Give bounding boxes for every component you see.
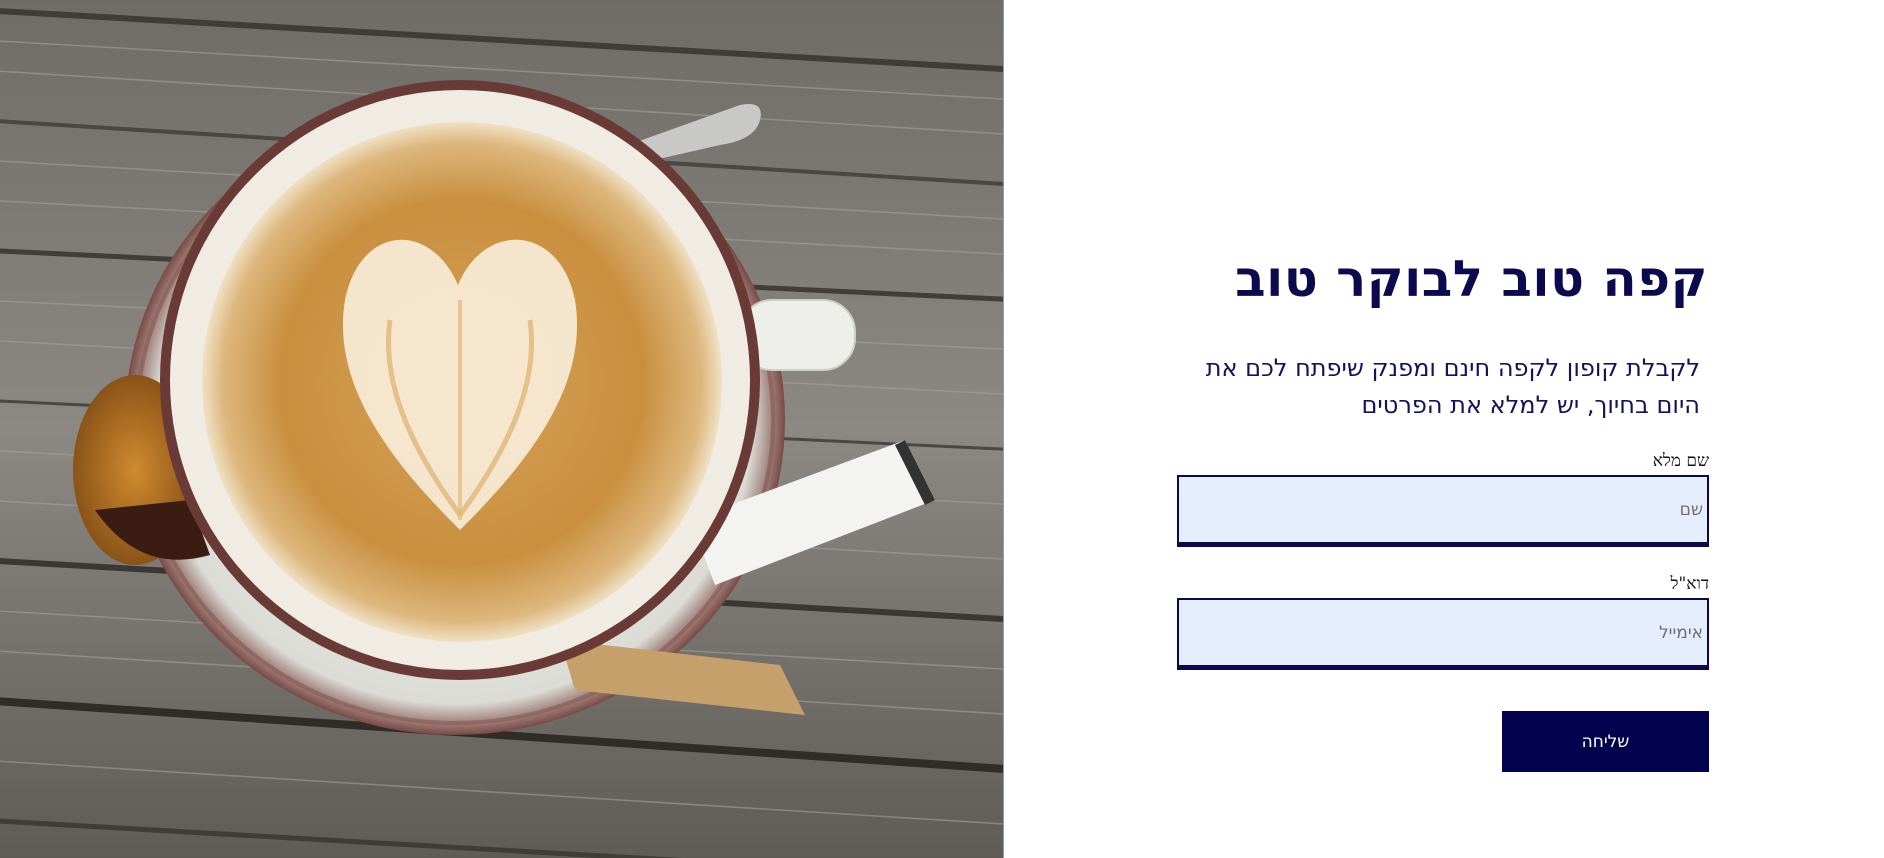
intro-text: לקבלת קופון לקפה חינם ומפנק שיפתח לכם את… bbox=[1205, 354, 1700, 419]
coffee-photo bbox=[0, 0, 1004, 858]
full-name-input[interactable] bbox=[1177, 475, 1709, 547]
page-title: קפה טוב לבוקר טוב bbox=[1235, 250, 1708, 308]
page: קפה טוב לבוקר טוב לקבלת קופון לקפה חינם … bbox=[0, 0, 1884, 858]
full-name-label: שם מלא bbox=[1652, 451, 1709, 471]
coffee-photo-illustration bbox=[0, 0, 1003, 858]
coupon-form: קפה טוב לבוקר טוב לקבלת קופון לקפה חינם … bbox=[1004, 0, 1884, 858]
submit-button[interactable]: שליחה bbox=[1502, 711, 1709, 772]
email-label: דוא"ל bbox=[1670, 574, 1710, 594]
email-input[interactable] bbox=[1177, 598, 1709, 670]
